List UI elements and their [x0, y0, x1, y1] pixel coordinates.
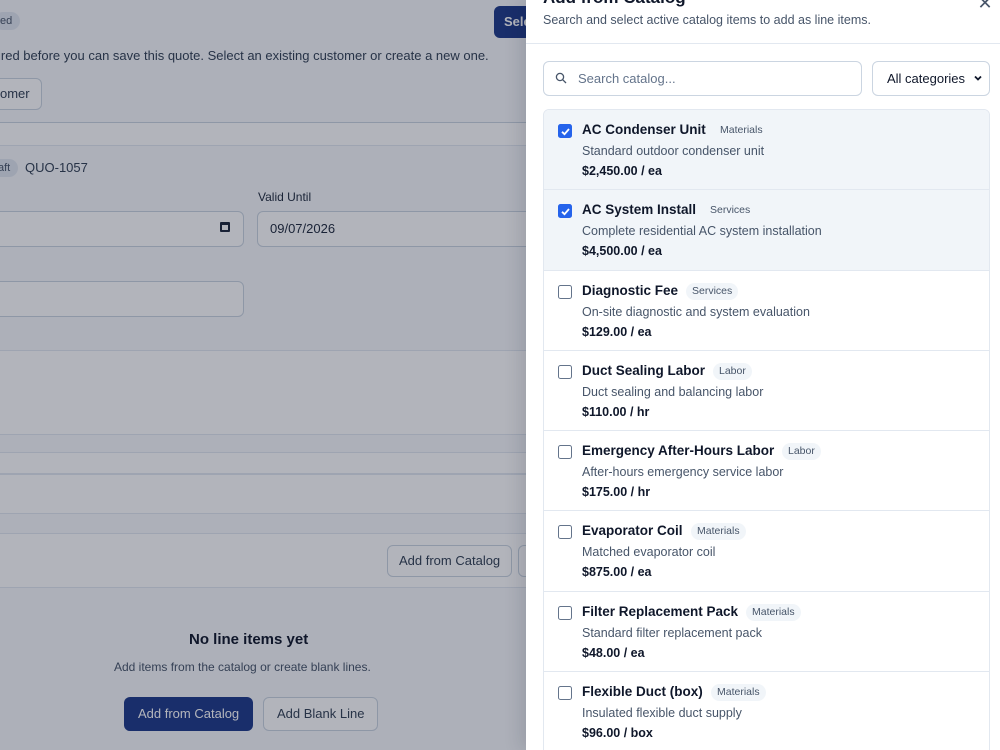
item-checkbox[interactable]: [558, 124, 572, 138]
item-description: Matched evaporator coil: [582, 545, 716, 560]
item-checkbox[interactable]: [558, 605, 572, 620]
catalog-item[interactable]: AC System Install Services Complete resi…: [544, 190, 989, 271]
check-icon: [560, 208, 570, 216]
category-filter-value: All categories: [887, 71, 966, 86]
item-description: Standard filter replacement pack: [582, 625, 762, 640]
item-price: $4,500.00 / ea: [582, 244, 662, 259]
chevron-down-icon: [974, 75, 982, 81]
category-filter-select[interactable]: All categories: [872, 61, 990, 96]
item-category-badge: Labor: [713, 362, 752, 380]
item-name: Evaporator Coil: [582, 523, 683, 539]
check-icon: [560, 127, 570, 136]
item-price: $110.00 / hr: [582, 404, 650, 419]
catalog-item-list: AC Condenser Unit Materials Standard out…: [543, 109, 990, 750]
item-description: Standard outdoor condenser unit: [582, 144, 765, 158]
catalog-item[interactable]: Duct Sealing Labor Labor Duct sealing an…: [544, 350, 989, 432]
item-category-badge: Labor: [782, 443, 821, 461]
item-checkbox[interactable]: [558, 204, 572, 219]
close-icon[interactable]: ✕: [974, 0, 996, 14]
item-price: $129.00 / ea: [582, 324, 652, 339]
item-name: AC Condenser Unit: [582, 122, 706, 137]
modal-overlay[interactable]: [0, 0, 526, 750]
item-name: Flexible Duct (box): [582, 684, 703, 700]
item-name: Emergency After-Hours Labor: [582, 443, 775, 459]
item-price: $2,450.00 / ea: [582, 164, 662, 178]
drawer-subtitle: Search and select active catalog items t…: [543, 13, 871, 27]
item-checkbox[interactable]: [558, 525, 572, 540]
item-category-badge: Materials: [746, 603, 801, 621]
item-price: $48.00 / ea: [582, 645, 645, 660]
item-category-badge: Materials: [711, 684, 766, 702]
item-price: $875.00 / ea: [582, 565, 652, 580]
item-description: Insulated flexible duct supply: [582, 706, 742, 721]
search-icon: [555, 72, 567, 84]
catalog-item[interactable]: Emergency After-Hours Labor Labor After-…: [544, 431, 989, 512]
catalog-item[interactable]: Evaporator Coil Materials Matched evapor…: [544, 511, 989, 592]
item-name: AC System Install: [582, 202, 697, 218]
item-category-badge: Materials: [720, 124, 763, 136]
item-description: Duct sealing and balancing labor: [582, 384, 764, 399]
item-description: On-site diagnostic and system evaluation: [582, 304, 810, 319]
item-price: $96.00 / box: [582, 726, 653, 741]
catalog-search-box: [543, 61, 862, 96]
item-checkbox[interactable]: [558, 284, 572, 299]
item-checkbox[interactable]: [558, 686, 572, 701]
item-description: Complete residential AC system installat…: [582, 224, 822, 239]
item-description: After-hours emergency service labor: [582, 465, 784, 480]
drawer-divider: [526, 43, 1000, 44]
drawer-title: Add from Catalog: [543, 0, 686, 8]
item-category-badge: Materials: [691, 523, 746, 541]
item-name: Duct Sealing Labor: [582, 362, 706, 378]
item-category-badge: Services: [710, 204, 751, 217]
catalog-item[interactable]: AC Condenser Unit Materials Standard out…: [544, 110, 989, 191]
item-checkbox[interactable]: [558, 445, 572, 460]
add-from-catalog-drawer: Add from Catalog Search and select activ…: [526, 0, 1000, 750]
item-category-badge: Services: [686, 282, 739, 300]
catalog-item[interactable]: Diagnostic Fee Services On-site diagnost…: [544, 270, 989, 351]
catalog-item[interactable]: Filter Replacement Pack Materials Standa…: [544, 591, 989, 673]
item-price: $175.00 / hr: [582, 485, 651, 500]
item-checkbox[interactable]: [558, 364, 572, 379]
item-name: Filter Replacement Pack: [582, 603, 739, 619]
item-name: Diagnostic Fee: [582, 282, 679, 298]
catalog-search-input[interactable]: [578, 63, 848, 94]
catalog-item[interactable]: Flexible Duct (box) Materials Insulated …: [544, 672, 989, 750]
